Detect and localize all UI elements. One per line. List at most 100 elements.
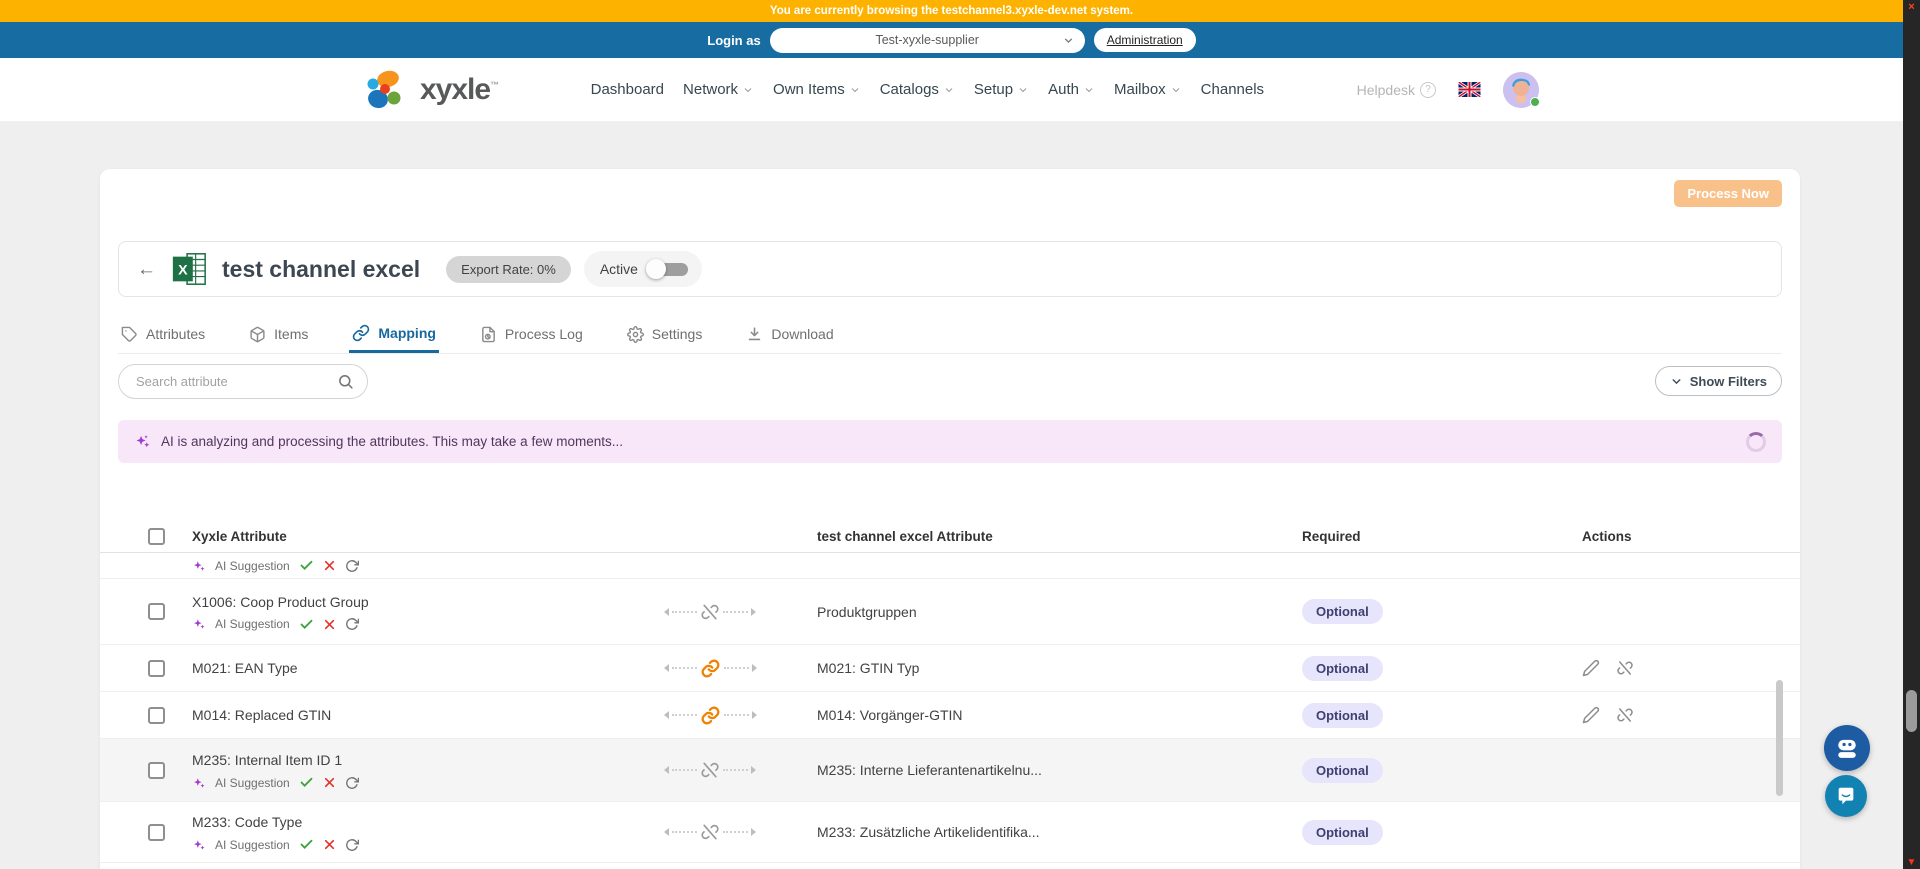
nav-auth[interactable]: Auth (1048, 81, 1095, 98)
tab-settings[interactable]: Settings (624, 315, 706, 353)
back-arrow-icon[interactable]: ← (137, 260, 156, 279)
process-now-button[interactable]: Process Now (1674, 180, 1782, 207)
header-actions: Actions (1582, 528, 1632, 544)
nav-setup[interactable]: Setup (974, 81, 1029, 98)
link-icon (353, 324, 370, 341)
nav-own-items[interactable]: Own Items (773, 81, 861, 98)
mapping-status (640, 705, 780, 726)
search-input[interactable] (136, 373, 337, 389)
unlink-action-icon[interactable] (1616, 706, 1634, 724)
nav-dashboard[interactable]: Dashboard (591, 81, 664, 98)
user-avatar[interactable] (1502, 71, 1540, 108)
mapping-status (640, 822, 780, 842)
ai-accept-icon[interactable] (299, 617, 314, 632)
nav-channels[interactable]: Channels (1201, 81, 1264, 98)
xyxle-attribute-name: X1006: Coop Product Group (192, 593, 369, 610)
chat-widget-button[interactable] (1825, 775, 1867, 817)
ai-regenerate-icon[interactable] (345, 617, 359, 631)
nav-network[interactable]: Network (683, 81, 754, 98)
table-scrollbar-thumb[interactable] (1776, 680, 1783, 796)
supplier-select-value: Test-xyxle-supplier (875, 33, 979, 47)
loading-spinner-icon (1746, 431, 1766, 452)
chat-bubble-icon (1838, 787, 1854, 805)
row-checkbox[interactable] (148, 706, 165, 724)
online-status-dot (1529, 96, 1540, 107)
ai-suggestion: AI Suggestion (192, 775, 640, 790)
ai-accept-icon[interactable] (299, 775, 314, 790)
ai-accept-icon[interactable] (299, 837, 314, 852)
table-header-row: Xyxle Attribute test channel excel Attri… (100, 520, 1800, 553)
xyxle-logo[interactable]: xyxle™ (364, 69, 499, 111)
ai-regenerate-icon[interactable] (345, 838, 359, 852)
helpdesk-link[interactable]: Helpdesk ? (1357, 81, 1436, 98)
ai-accept-icon[interactable] (299, 558, 314, 573)
ai-suggestion: AI Suggestion (192, 837, 640, 852)
required-badge: Optional (1302, 702, 1383, 728)
login-as-label: Login as (707, 32, 761, 48)
ai-sparkle-icon (194, 560, 205, 571)
row-checkbox[interactable] (148, 761, 165, 779)
select-all-checkbox[interactable] (148, 527, 165, 545)
chevron-down-icon (1172, 87, 1180, 92)
row-checkbox[interactable] (148, 823, 165, 841)
ai-sparkles-icon (136, 435, 150, 448)
tab-items[interactable]: Items (246, 315, 311, 353)
row-checkbox[interactable] (148, 659, 165, 677)
chevron-down-icon (1672, 378, 1681, 384)
mapping-table: Xyxle Attribute test channel excel Attri… (100, 520, 1800, 863)
svg-text:X: X (178, 263, 188, 279)
language-flag-icon[interactable] (1457, 82, 1481, 97)
channel-card: Process Now ← X test channel excel Expor… (100, 169, 1800, 869)
required-badge: Optional (1302, 819, 1383, 845)
ai-regenerate-icon[interactable] (345, 776, 359, 790)
unlink-icon (701, 604, 719, 619)
system-banner: You are currently browsing the testchann… (0, 0, 1903, 22)
scroll-marker-top-icon: × (1908, 1, 1915, 13)
ai-assistant-button[interactable] (1824, 725, 1870, 771)
tab-download[interactable]: Download (743, 315, 836, 353)
edit-mapping-icon[interactable] (1582, 659, 1600, 677)
ai-suggestion: AI Suggestion (192, 617, 640, 632)
logo-text: xyxle™ (420, 72, 499, 106)
page-title: test channel excel (222, 255, 421, 282)
chevron-down-icon (1085, 87, 1093, 92)
unlink-action-icon[interactable] (1616, 659, 1634, 677)
ai-reject-icon[interactable] (323, 618, 336, 631)
table-toolbar: Show Filters (118, 363, 1782, 399)
browser-scrollbar[interactable]: × ▼ (1903, 0, 1920, 869)
header-required: Required (1302, 528, 1361, 544)
active-toggle[interactable] (645, 258, 692, 280)
ai-reject-icon[interactable] (323, 838, 336, 851)
edit-mapping-icon[interactable] (1582, 706, 1600, 724)
tab-attributes[interactable]: Attributes (118, 315, 208, 353)
xyxle-attribute-name: M021: EAN Type (192, 660, 298, 676)
channel-tabs: Attributes Items Mapping Process Log Set… (118, 315, 1782, 354)
ai-suggestion: AI Suggestion (192, 558, 640, 573)
chevron-down-icon (1064, 37, 1072, 43)
administration-button[interactable]: Administration (1093, 28, 1196, 52)
ai-regenerate-icon[interactable] (345, 559, 359, 573)
page: You are currently browsing the testchann… (0, 0, 1903, 869)
nav-mailbox[interactable]: Mailbox (1114, 81, 1182, 98)
scrollbar-thumb[interactable] (1906, 690, 1917, 732)
tab-mapping[interactable]: Mapping (349, 315, 439, 353)
channel-attribute-name: M235: Interne Lieferantenartikelnu... (817, 762, 1042, 778)
ai-sparkle-icon (194, 777, 205, 788)
table-row: M233: Code Type AI Suggestion M233: Zusä… (100, 802, 1800, 863)
search-icon[interactable] (337, 373, 354, 390)
ai-reject-icon[interactable] (323, 776, 336, 789)
show-filters-button[interactable]: Show Filters (1654, 366, 1782, 396)
system-banner-text: You are currently browsing the testchann… (769, 5, 1134, 17)
attribute-search[interactable] (118, 363, 368, 399)
chevron-down-icon (1019, 87, 1027, 92)
download-icon (749, 326, 761, 340)
tab-process-log[interactable]: Process Log (477, 315, 586, 353)
ai-reject-icon[interactable] (323, 559, 336, 572)
ai-sparkle-icon (194, 619, 205, 629)
mapping-status (640, 602, 780, 622)
row-checkbox[interactable] (148, 603, 165, 620)
supplier-select[interactable]: Test-xyxle-supplier (769, 27, 1085, 53)
nav-catalogs[interactable]: Catalogs (880, 81, 955, 98)
app-header: xyxle™ Dashboard Network Own Items Catal… (0, 58, 1903, 121)
channel-attribute-name: M014: Vorgänger-GTIN (817, 707, 963, 723)
